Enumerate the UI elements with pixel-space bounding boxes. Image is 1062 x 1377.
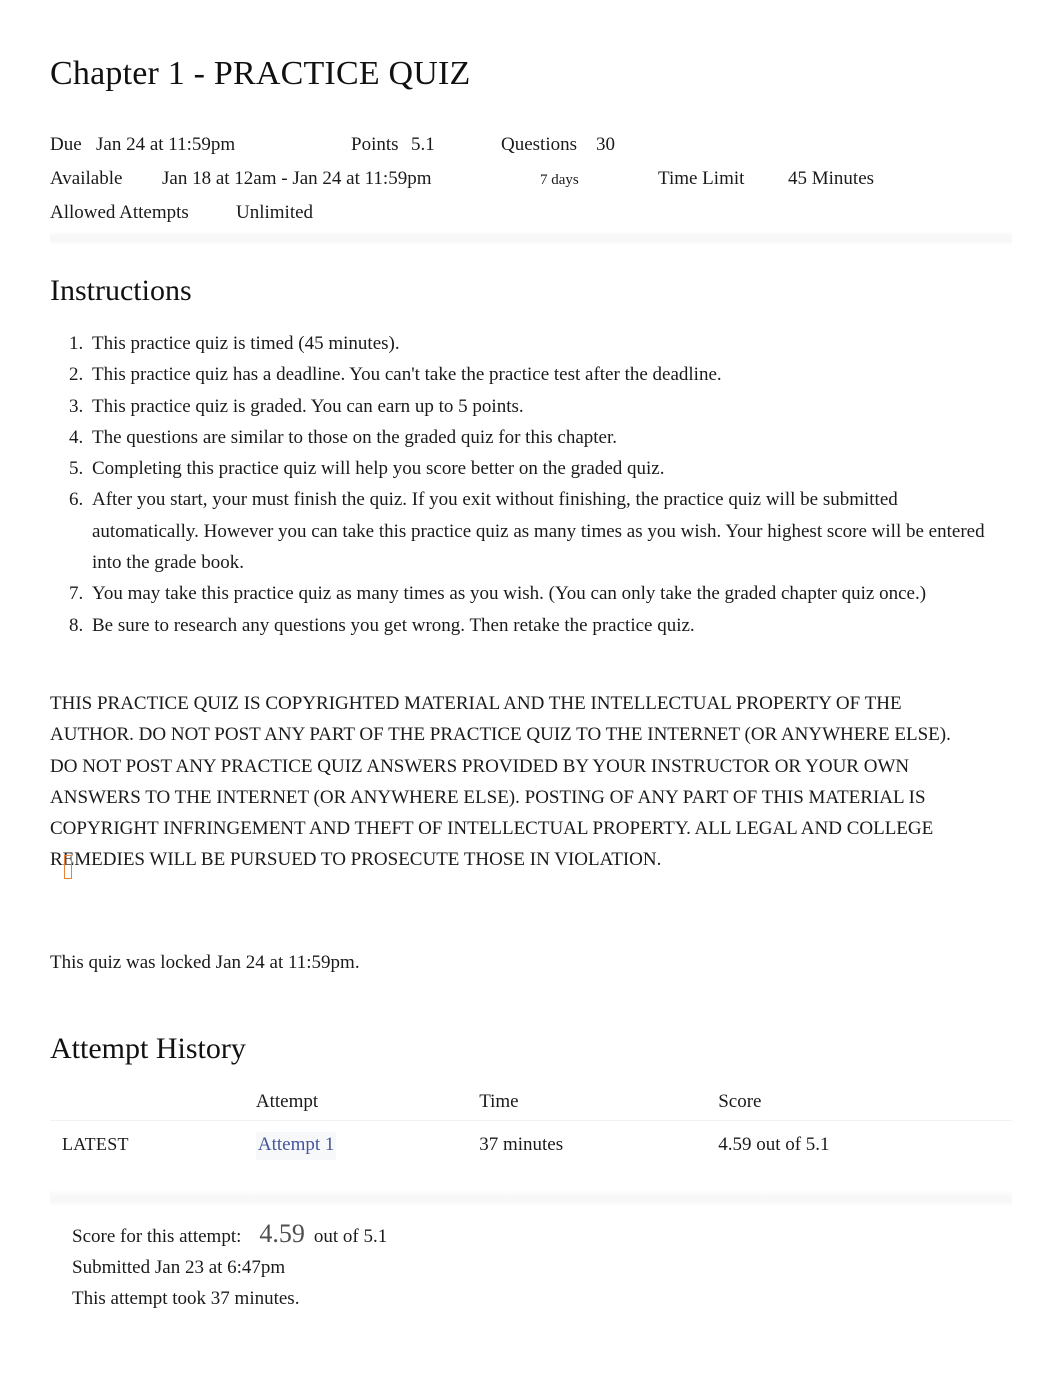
list-item: The questions are similar to those on th… xyxy=(88,422,998,453)
due-value: Jan 24 at 11:59pm xyxy=(96,134,236,155)
questions-label: Questions xyxy=(501,134,577,155)
list-item: Completing this practice quiz will help … xyxy=(88,453,998,484)
score-summary-block: Score for this attempt: 4.59 out of 5.1 … xyxy=(72,1218,772,1314)
column-header-time: Time xyxy=(479,1091,519,1112)
attempt-link[interactable]: Attempt 1 xyxy=(255,1131,337,1160)
table-row: LATEST Attempt 1 37 minutes 4.59 out of … xyxy=(50,1121,1012,1169)
list-item: This practice quiz is timed (45 minutes)… xyxy=(88,328,998,359)
points-label: Points xyxy=(351,134,399,155)
list-item: Be sure to research any questions you ge… xyxy=(88,610,998,641)
copyright-notice: THIS PRACTICE QUIZ IS COPYRIGHTED MATERI… xyxy=(50,693,951,871)
attempt-table-bottom-divider xyxy=(50,1190,1012,1206)
list-item: This practice quiz has a deadline. You c… xyxy=(88,359,998,390)
quiz-meta-row-due: Due Jan 24 at 11:59pm Points 5.1 Questio… xyxy=(50,128,1012,162)
attempt-history-heading: Attempt History xyxy=(50,1032,246,1065)
allowed-attempts-value: Unlimited xyxy=(236,202,314,223)
page-title: Chapter 1 - PRACTICE QUIZ xyxy=(50,55,471,92)
quiz-meta-row-available: Available Jan 18 at 12am - Jan 24 at 11:… xyxy=(50,162,1012,196)
instructions-list: This practice quiz is timed (45 minutes)… xyxy=(50,328,998,641)
questions-value: 30 xyxy=(596,134,615,155)
due-label: Due xyxy=(50,134,82,155)
attempt-score-cell: 4.59 out of 5.1 xyxy=(718,1133,830,1155)
text-cursor-icon xyxy=(64,855,72,879)
available-duration: 7 days xyxy=(540,172,579,188)
attempt-name-cell: Attempt 1 xyxy=(255,1121,479,1169)
instructions-heading: Instructions xyxy=(50,274,192,307)
score-value: 4.59 xyxy=(259,1219,305,1248)
time-limit-value: 45 Minutes xyxy=(788,168,875,189)
time-limit-label: Time Limit xyxy=(658,168,745,189)
quiz-meta-row-attempts: Allowed Attempts Unlimited xyxy=(50,196,1012,230)
available-label: Available xyxy=(50,168,123,189)
column-header-score: Score xyxy=(718,1091,762,1112)
quiz-page: Chapter 1 - PRACTICE QUIZ Due Jan 24 at … xyxy=(0,0,1062,1377)
score-label: Score for this attempt: xyxy=(72,1226,242,1247)
column-header-kept xyxy=(50,1084,256,1121)
quiz-meta-block: Due Jan 24 at 11:59pm Points 5.1 Questio… xyxy=(50,128,1012,230)
list-item: This practice quiz is graded. You can ea… xyxy=(88,391,998,422)
attempt-history-table-body: LATEST Attempt 1 37 minutes 4.59 out of … xyxy=(50,1121,1012,1169)
submitted-line: Submitted Jan 23 at 6:47pm xyxy=(72,1257,286,1278)
attempt-time-cell: 37 minutes xyxy=(479,1133,564,1155)
allowed-attempts-label: Allowed Attempts xyxy=(50,202,189,223)
score-out-of: out of 5.1 xyxy=(313,1226,388,1247)
table-header-row: Attempt Time Score xyxy=(50,1084,1012,1121)
meta-divider xyxy=(50,231,1012,245)
attempt-duration-line: This attempt took 37 minutes. xyxy=(72,1288,300,1309)
points-value: 5.1 xyxy=(411,134,435,155)
attempt-history-table-head: Attempt Time Score xyxy=(50,1084,1012,1121)
quiz-locked-notice: This quiz was locked Jan 24 at 11:59pm. xyxy=(50,952,360,973)
attempt-history-table: Attempt Time Score LATEST Attempt 1 37 m… xyxy=(50,1084,1012,1168)
score-for-attempt-line: Score for this attempt: 4.59 out of 5.1 xyxy=(72,1218,772,1252)
status-badge: LATEST xyxy=(62,1134,129,1154)
attempt-kept-cell: LATEST xyxy=(50,1121,256,1169)
list-item: After you start, your must finish the qu… xyxy=(88,484,998,578)
available-value: Jan 18 at 12am - Jan 24 at 11:59pm xyxy=(162,168,432,189)
column-header-attempt: Attempt xyxy=(255,1091,319,1112)
list-item: You may take this practice quiz as many … xyxy=(88,578,998,609)
